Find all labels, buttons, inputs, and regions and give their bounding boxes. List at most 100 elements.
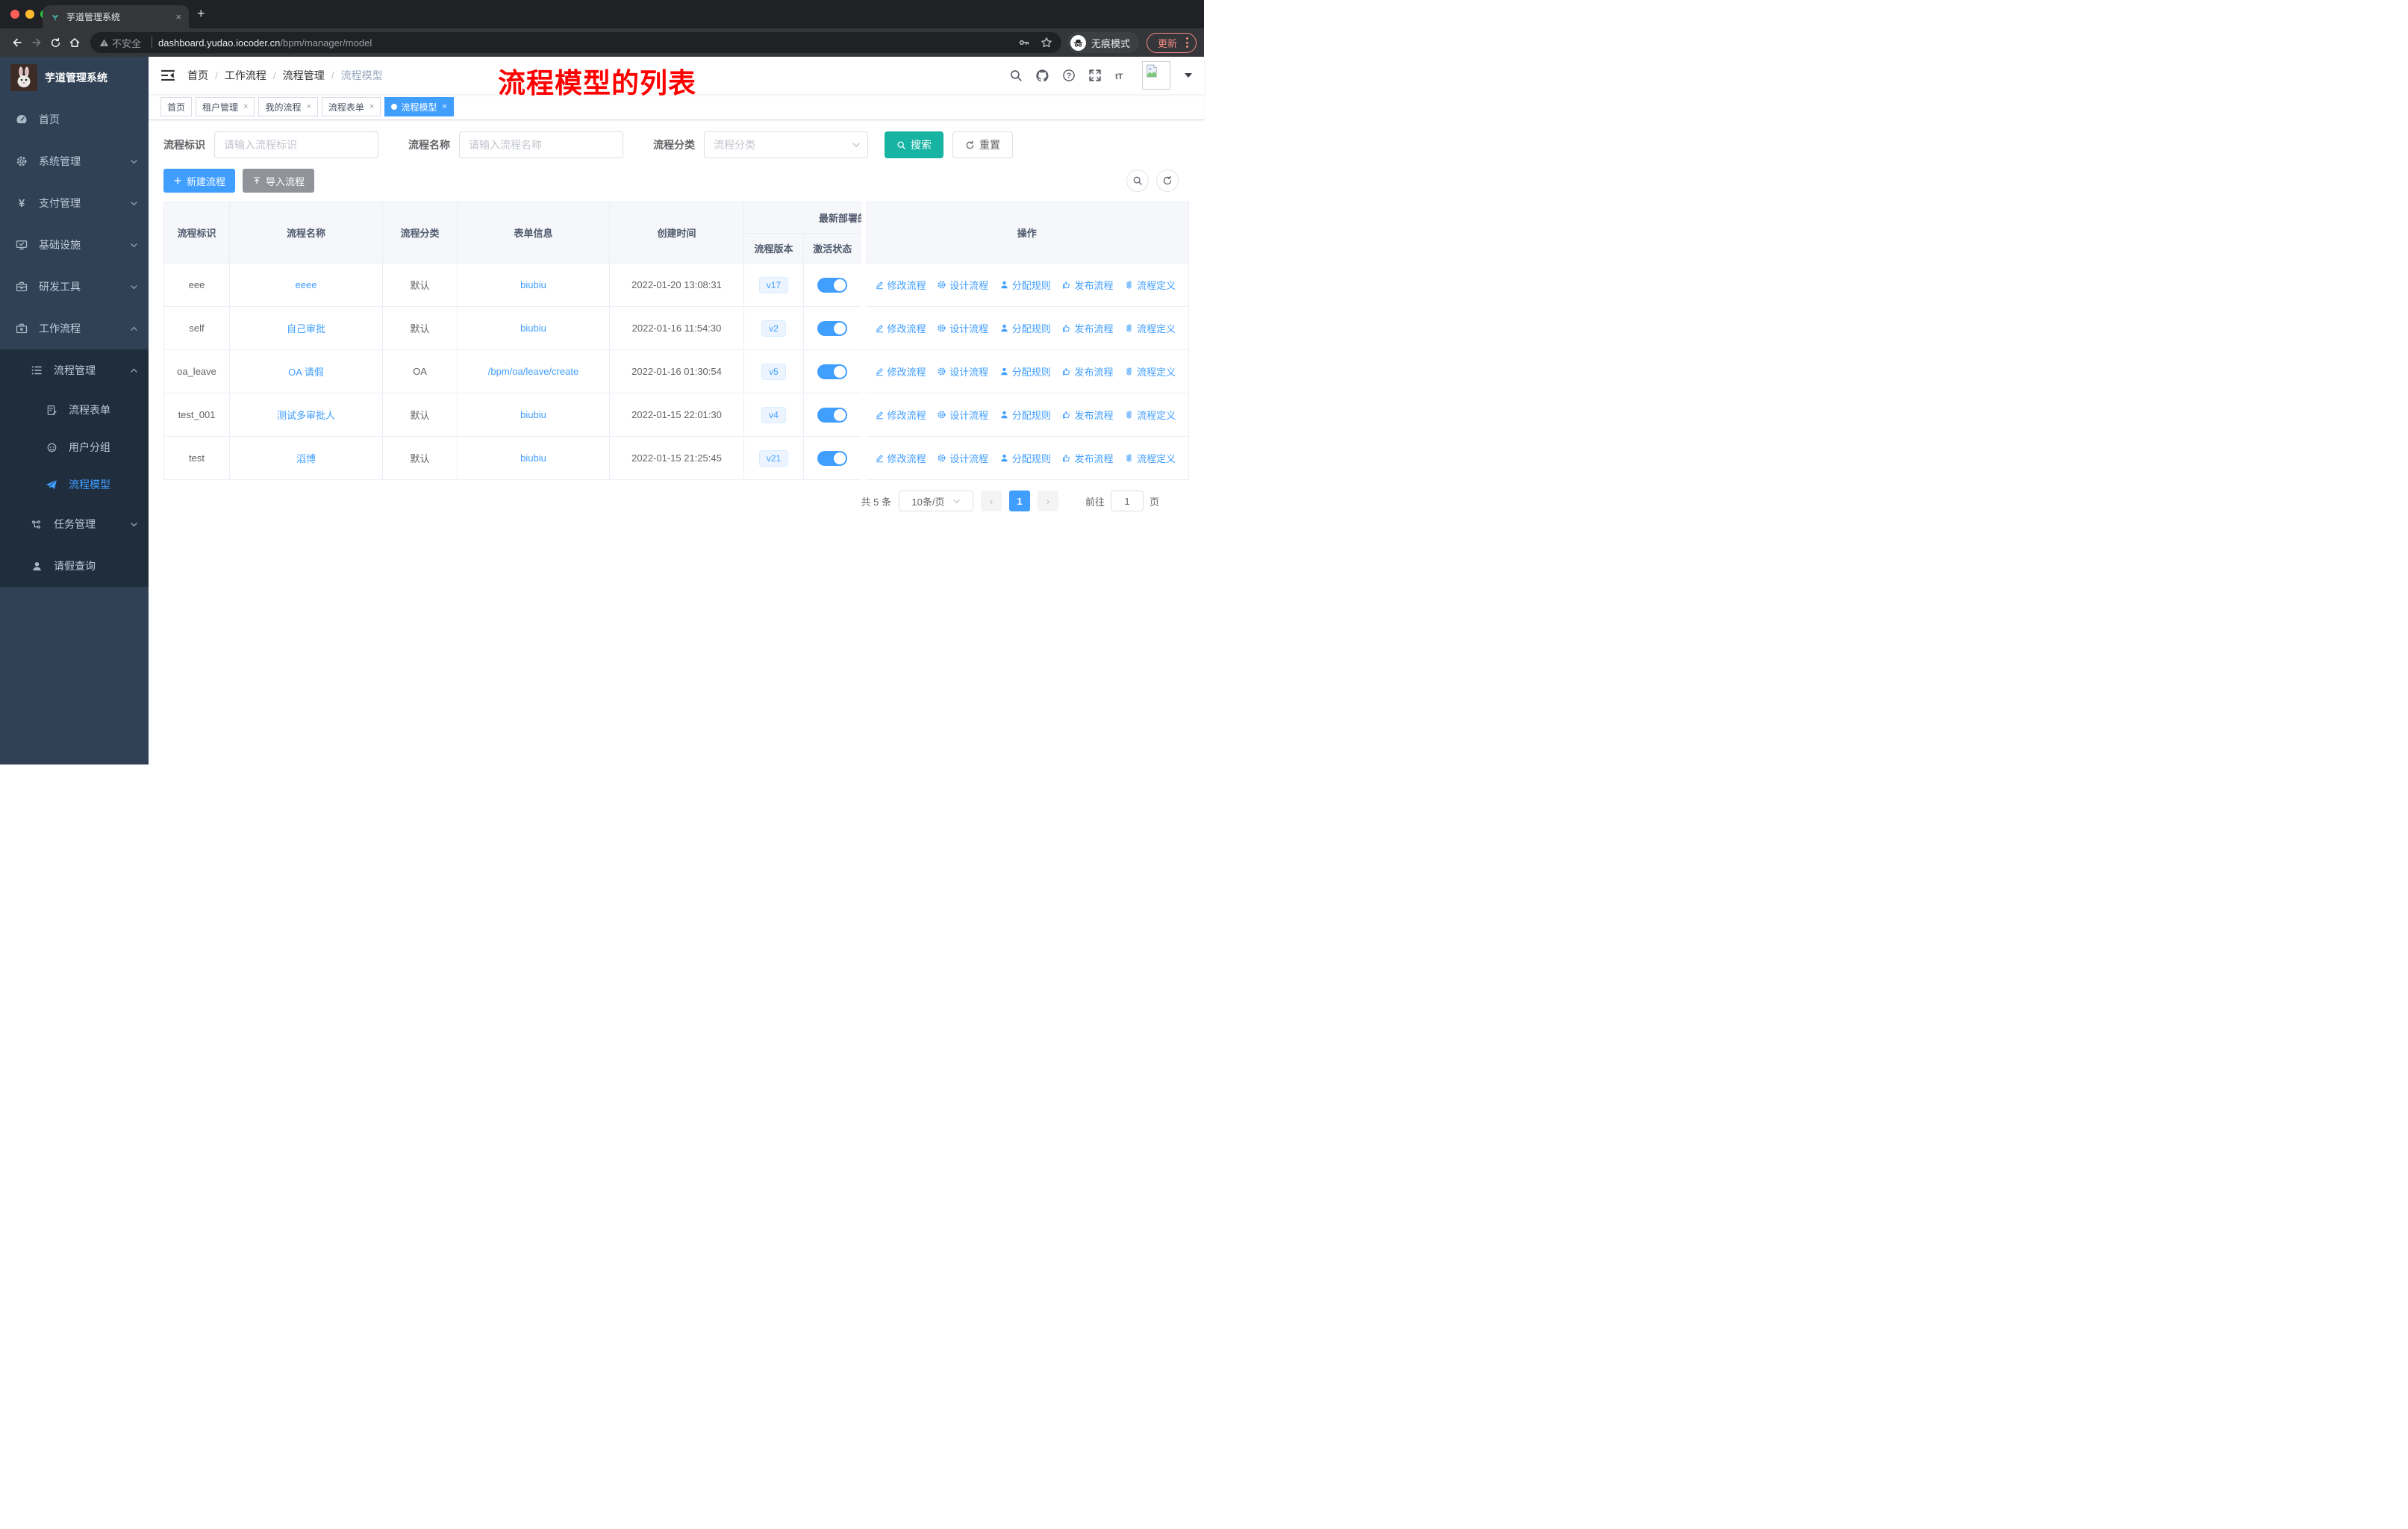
sidebar-item-payment[interactable]: ¥ 支付管理 xyxy=(0,182,149,224)
form-info-link[interactable]: biubiu xyxy=(520,279,546,290)
active-toggle[interactable] xyxy=(817,364,848,379)
star-icon[interactable] xyxy=(1041,37,1052,49)
security-label[interactable]: 不安全 xyxy=(112,36,141,50)
breadcrumb-item[interactable]: 工作流程 xyxy=(225,68,266,83)
avatar[interactable] xyxy=(1142,61,1170,90)
page-size-select[interactable]: 10条/页 xyxy=(898,491,973,511)
process-key-input[interactable] xyxy=(214,131,378,158)
assign-rule-link[interactable]: 分配规则 xyxy=(999,364,1051,379)
process-definition-link[interactable]: 流程定义 xyxy=(1124,364,1176,379)
tag-home[interactable]: 首页 xyxy=(160,97,193,116)
browser-tab[interactable]: 芋道管理系统 × xyxy=(43,5,189,28)
refresh-table-button[interactable] xyxy=(1156,169,1179,192)
design-process-link[interactable]: 设计流程 xyxy=(937,451,988,465)
minimize-window-button[interactable] xyxy=(25,10,34,19)
github-icon[interactable] xyxy=(1035,69,1049,83)
tag-tenant[interactable]: 租户管理 × xyxy=(196,97,255,116)
active-toggle[interactable] xyxy=(817,407,848,423)
process-name-link[interactable]: 自己审批 xyxy=(287,323,325,334)
sidebar-item-infra[interactable]: 基础设施 xyxy=(0,224,149,266)
breadcrumb-item[interactable]: 流程管理 xyxy=(283,68,325,83)
close-window-button[interactable] xyxy=(10,10,19,19)
prev-page-button[interactable]: ‹ xyxy=(980,491,1002,511)
goto-page-input[interactable] xyxy=(1110,491,1144,511)
tag-process-model[interactable]: 流程模型 × xyxy=(384,97,454,116)
design-process-link[interactable]: 设计流程 xyxy=(937,321,988,335)
import-process-button[interactable]: 导入流程 xyxy=(243,169,315,193)
sidebar-item-task-mgmt[interactable]: 任务管理 xyxy=(0,503,149,545)
page-number-button[interactable]: 1 xyxy=(1008,491,1030,511)
publish-process-link[interactable]: 发布流程 xyxy=(1061,321,1113,335)
tag-process-form[interactable]: 流程表单 × xyxy=(321,97,381,116)
edit-process-link[interactable]: 修改流程 xyxy=(875,321,926,335)
tag-close-icon[interactable]: × xyxy=(306,102,311,111)
design-process-link[interactable]: 设计流程 xyxy=(937,408,988,422)
process-definition-link[interactable]: 流程定义 xyxy=(1124,321,1176,335)
form-info-link[interactable]: biubiu xyxy=(520,409,546,420)
font-size-icon[interactable]: tT xyxy=(1114,69,1129,82)
form-info-link[interactable]: biubiu xyxy=(520,452,546,464)
delete-process-link[interactable]: 删除 xyxy=(1187,451,1188,465)
show-search-button[interactable] xyxy=(1126,169,1149,192)
delete-process-link[interactable]: 删除 xyxy=(1187,408,1188,422)
active-toggle[interactable] xyxy=(817,320,848,336)
publish-process-link[interactable]: 发布流程 xyxy=(1061,278,1113,292)
process-definition-link[interactable]: 流程定义 xyxy=(1124,451,1176,465)
design-process-link[interactable]: 设计流程 xyxy=(937,364,988,379)
active-toggle[interactable] xyxy=(817,277,848,293)
search-button[interactable]: 搜索 xyxy=(885,131,943,158)
reload-icon[interactable] xyxy=(50,37,61,49)
sidebar-item-process-form[interactable]: 流程表单 xyxy=(0,391,149,429)
address-bar[interactable]: 不安全 dashboard.yudao.iocoder.cn/bpm/manag… xyxy=(90,32,1061,53)
edit-process-link[interactable]: 修改流程 xyxy=(875,364,926,379)
process-name-link[interactable]: 滔博 xyxy=(296,453,316,464)
tag-close-icon[interactable]: × xyxy=(442,102,446,111)
caret-down-icon[interactable] xyxy=(1185,73,1192,78)
fullscreen-icon[interactable] xyxy=(1088,69,1102,82)
process-name-link[interactable]: OA 请假 xyxy=(288,367,324,378)
publish-process-link[interactable]: 发布流程 xyxy=(1061,408,1113,422)
sidebar-item-process-mgmt[interactable]: 流程管理 xyxy=(0,349,149,391)
active-toggle[interactable] xyxy=(817,450,848,466)
assign-rule-link[interactable]: 分配规则 xyxy=(999,451,1051,465)
sidebar-item-devtools[interactable]: 研发工具 xyxy=(0,266,149,308)
breadcrumb-item[interactable]: 首页 xyxy=(187,68,208,83)
sidebar-item-leave-query[interactable]: 请假查询 xyxy=(0,545,149,587)
search-icon[interactable] xyxy=(1009,69,1023,82)
assign-rule-link[interactable]: 分配规则 xyxy=(999,408,1051,422)
sidebar-item-home[interactable]: 首页 xyxy=(0,99,149,140)
tag-my-process[interactable]: 我的流程 × xyxy=(258,97,318,116)
process-definition-link[interactable]: 流程定义 xyxy=(1124,278,1176,292)
fold-sidebar-icon[interactable] xyxy=(160,68,175,83)
sidebar-item-process-model[interactable]: 流程模型 xyxy=(0,466,149,503)
kebab-menu-icon[interactable] xyxy=(1186,37,1188,48)
form-info-link[interactable]: /bpm/oa/leave/create xyxy=(488,366,578,377)
process-name-link[interactable]: eeee xyxy=(296,279,317,290)
edit-process-link[interactable]: 修改流程 xyxy=(875,408,926,422)
process-name-link[interactable]: 测试多审批人 xyxy=(277,410,335,421)
sidebar-item-workflow[interactable]: 工作流程 xyxy=(0,308,149,349)
delete-process-link[interactable]: 删除 xyxy=(1187,321,1188,335)
back-icon[interactable] xyxy=(11,37,23,49)
tag-close-icon[interactable]: × xyxy=(369,102,374,111)
publish-process-link[interactable]: 发布流程 xyxy=(1061,364,1113,379)
delete-process-link[interactable]: 删除 xyxy=(1187,278,1188,292)
new-tab-button[interactable]: + xyxy=(197,6,205,22)
assign-rule-link[interactable]: 分配规则 xyxy=(999,321,1051,335)
form-info-link[interactable]: biubiu xyxy=(520,323,546,334)
tag-close-icon[interactable]: × xyxy=(243,102,248,111)
edit-process-link[interactable]: 修改流程 xyxy=(875,451,926,465)
help-icon[interactable]: ? xyxy=(1062,69,1076,82)
sidebar-item-system[interactable]: 系统管理 xyxy=(0,140,149,182)
process-definition-link[interactable]: 流程定义 xyxy=(1124,408,1176,422)
tab-close-icon[interactable]: × xyxy=(175,11,181,22)
design-process-link[interactable]: 设计流程 xyxy=(937,278,988,292)
edit-process-link[interactable]: 修改流程 xyxy=(875,278,926,292)
update-button[interactable]: 更新 xyxy=(1146,32,1197,53)
process-name-input[interactable] xyxy=(459,131,623,158)
process-category-select[interactable] xyxy=(704,131,868,158)
forward-icon[interactable] xyxy=(31,37,43,49)
next-page-button[interactable]: › xyxy=(1037,491,1058,511)
delete-process-link[interactable]: 删除 xyxy=(1187,364,1188,379)
publish-process-link[interactable]: 发布流程 xyxy=(1061,451,1113,465)
